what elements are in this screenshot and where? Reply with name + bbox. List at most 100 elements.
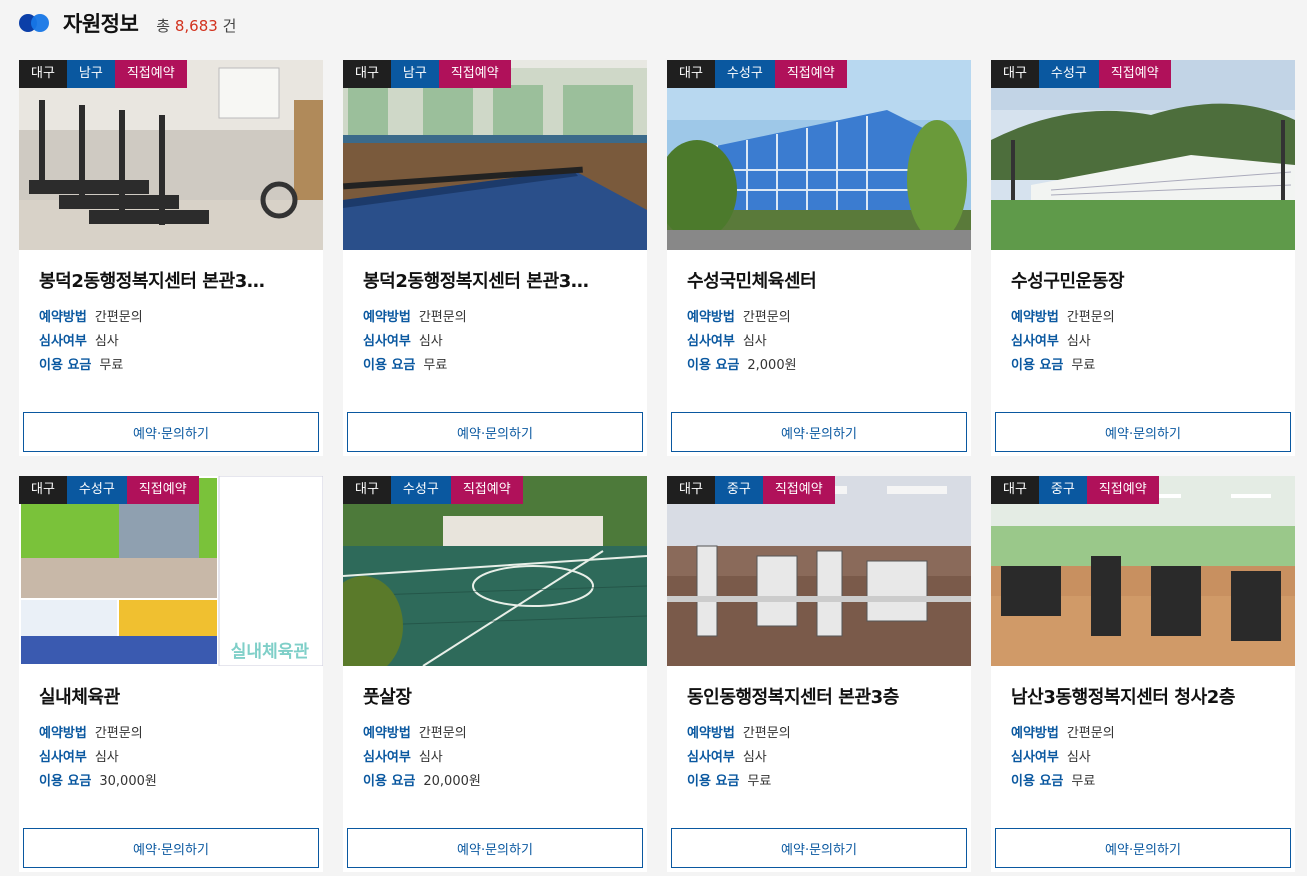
reserve-inquiry-button[interactable]: 예약·문의하기 bbox=[23, 828, 319, 868]
info-row-review: 심사여부 심사 bbox=[39, 746, 157, 770]
info-row-review: 심사여부 심사 bbox=[363, 330, 467, 354]
review-label: 심사여부 bbox=[363, 750, 411, 765]
info-row-method: 예약방법 간편문의 bbox=[687, 306, 797, 330]
review-value: 심사 bbox=[418, 334, 443, 349]
resource-name[interactable]: 봉덕2동행정복지센터 본관3… bbox=[363, 267, 627, 293]
tag-group: 대구 수성구 직접예약 bbox=[343, 476, 523, 504]
city-tag: 대구 bbox=[991, 60, 1039, 88]
direct-reserve-tag: 직접예약 bbox=[114, 60, 187, 88]
city-tag: 대구 bbox=[19, 60, 67, 88]
info-row-review: 심사여부 심사 bbox=[363, 746, 481, 770]
review-label: 심사여부 bbox=[39, 334, 87, 349]
city-tag: 대구 bbox=[343, 476, 391, 504]
resource-grid: 대구 남구 직접예약 봉덕2동행정복지센터 본관3… 예약방법 간편문의 심사여… bbox=[19, 60, 1295, 872]
info-row-review: 심사여부 심사 bbox=[687, 746, 791, 770]
review-label: 심사여부 bbox=[363, 334, 411, 349]
district-tag: 남구 bbox=[390, 60, 439, 88]
info-row-review: 심사여부 심사 bbox=[1011, 330, 1115, 354]
method-label: 예약방법 bbox=[363, 310, 411, 325]
review-value: 심사 bbox=[1066, 750, 1091, 765]
reserve-inquiry-button[interactable]: 예약·문의하기 bbox=[995, 412, 1291, 452]
district-tag: 남구 bbox=[66, 60, 115, 88]
reserve-inquiry-button[interactable]: 예약·문의하기 bbox=[671, 412, 967, 452]
tag-group: 대구 수성구 직접예약 bbox=[19, 476, 199, 504]
page-title: 자원정보 bbox=[63, 12, 139, 36]
resource-thumbnail[interactable]: 대구 수성구 직접예약 bbox=[991, 60, 1295, 250]
review-value: 심사 bbox=[94, 334, 119, 349]
resource-name[interactable]: 풋살장 bbox=[363, 683, 627, 709]
fee-value: 무료 bbox=[747, 774, 772, 789]
resource-name[interactable]: 남산3동행정복지센터 청사2층 bbox=[1011, 683, 1275, 709]
resource-info: 예약방법 간편문의 심사여부 심사 이용 요금 무료 bbox=[363, 306, 467, 378]
fee-value: 30,000원 bbox=[99, 774, 157, 789]
resource-name[interactable]: 수성국민체육센터 bbox=[687, 267, 951, 293]
method-value: 간편문의 bbox=[94, 726, 143, 741]
tag-group: 대구 수성구 직접예약 bbox=[991, 60, 1171, 88]
review-label: 심사여부 bbox=[1011, 750, 1059, 765]
info-row-review: 심사여부 심사 bbox=[687, 330, 797, 354]
district-tag: 중구 bbox=[714, 476, 763, 504]
table-tennis-room-image bbox=[343, 60, 647, 250]
city-tag: 대구 bbox=[667, 476, 715, 504]
tag-group: 대구 중구 직접예약 bbox=[991, 476, 1159, 504]
fee-label: 이용 요금 bbox=[39, 358, 92, 373]
direct-reserve-tag: 직접예약 bbox=[450, 476, 523, 504]
resource-thumbnail[interactable]: 대구 중구 직접예약 bbox=[991, 476, 1295, 666]
method-label: 예약방법 bbox=[1011, 726, 1059, 741]
resource-thumbnail[interactable]: 대구 수성구 직접예약 bbox=[343, 476, 647, 666]
resource-name[interactable]: 봉덕2동행정복지센터 본관3… bbox=[39, 267, 303, 293]
resource-name[interactable]: 수성구민운동장 bbox=[1011, 267, 1275, 293]
reserve-inquiry-button[interactable]: 예약·문의하기 bbox=[671, 828, 967, 868]
resource-card[interactable]: 대구 중구 직접예약 동인동행정복지센터 본관3층 예약방법 간편문의 심사여부… bbox=[667, 476, 971, 872]
method-value: 간편문의 bbox=[1066, 310, 1115, 325]
resource-name[interactable]: 실내체육관 bbox=[39, 683, 303, 709]
resource-card[interactable]: 대구 남구 직접예약 봉덕2동행정복지센터 본관3… 예약방법 간편문의 심사여… bbox=[19, 60, 323, 456]
resource-name[interactable]: 동인동행정복지센터 본관3층 bbox=[687, 683, 951, 709]
method-label: 예약방법 bbox=[687, 726, 735, 741]
method-value: 간편문의 bbox=[418, 310, 467, 325]
total-count: 총 8,683 건 bbox=[156, 15, 236, 36]
resource-thumbnail[interactable]: 대구 중구 직접예약 bbox=[667, 476, 971, 666]
district-tag: 수성구 bbox=[390, 476, 451, 504]
review-label: 심사여부 bbox=[1011, 334, 1059, 349]
resource-thumbnail[interactable]: 대구 남구 직접예약 bbox=[19, 60, 323, 250]
info-row-method: 예약방법 간편문의 bbox=[1011, 306, 1115, 330]
method-value: 간편문의 bbox=[94, 310, 143, 325]
district-tag: 수성구 bbox=[714, 60, 775, 88]
method-label: 예약방법 bbox=[687, 310, 735, 325]
method-label: 예약방법 bbox=[39, 310, 87, 325]
resource-thumbnail[interactable]: 대구 수성구 직접예약 실내체육관 bbox=[19, 476, 323, 666]
method-value: 간편문의 bbox=[742, 726, 791, 741]
resource-card[interactable]: 대구 남구 직접예약 봉덕2동행정복지센터 본관3… 예약방법 간편문의 심사여… bbox=[343, 60, 647, 456]
resource-info: 예약방법 간편문의 심사여부 심사 이용 요금 2,000원 bbox=[687, 306, 797, 378]
fee-value: 무료 bbox=[423, 358, 448, 373]
city-tag: 대구 bbox=[667, 60, 715, 88]
resource-info: 예약방법 간편문의 심사여부 심사 이용 요금 20,000원 bbox=[363, 722, 481, 794]
reserve-inquiry-button[interactable]: 예약·문의하기 bbox=[347, 828, 643, 868]
resource-card[interactable]: 대구 중구 직접예약 남산3동행정복지센터 청사2층 예약방법 간편문의 심사여… bbox=[991, 476, 1295, 872]
reserve-inquiry-button[interactable]: 예약·문의하기 bbox=[347, 412, 643, 452]
resource-thumbnail[interactable]: 대구 남구 직접예약 bbox=[343, 60, 647, 250]
resource-card[interactable]: 대구 수성구 직접예약 수성국민체육센터 예약방법 간편문의 심사여부 심사 이… bbox=[667, 60, 971, 456]
info-row-fee: 이용 요금 30,000원 bbox=[39, 770, 157, 794]
method-value: 간편문의 bbox=[1066, 726, 1115, 741]
total-suffix: 건 bbox=[222, 16, 237, 35]
total-prefix: 총 bbox=[156, 16, 171, 35]
review-label: 심사여부 bbox=[687, 750, 735, 765]
district-tag: 수성구 bbox=[66, 476, 127, 504]
resource-card[interactable]: 대구 수성구 직접예약 실내체육관 실내체육관 예약방법 간편문의 심사여부 심… bbox=[19, 476, 323, 872]
info-row-fee: 이용 요금 무료 bbox=[1011, 770, 1115, 794]
info-row-fee: 이용 요금 무료 bbox=[363, 354, 467, 378]
fee-value: 무료 bbox=[99, 358, 124, 373]
resource-info: 예약방법 간편문의 심사여부 심사 이용 요금 무료 bbox=[1011, 722, 1115, 794]
fee-label: 이용 요금 bbox=[1011, 774, 1064, 789]
resource-info: 예약방법 간편문의 심사여부 심사 이용 요금 무료 bbox=[1011, 306, 1115, 378]
reserve-inquiry-button[interactable]: 예약·문의하기 bbox=[995, 828, 1291, 868]
resource-thumbnail[interactable]: 대구 수성구 직접예약 bbox=[667, 60, 971, 250]
info-row-fee: 이용 요금 2,000원 bbox=[687, 354, 797, 378]
review-value: 심사 bbox=[1066, 334, 1091, 349]
resource-card[interactable]: 대구 수성구 직접예약 수성구민운동장 예약방법 간편문의 심사여부 심사 이용… bbox=[991, 60, 1295, 456]
reserve-inquiry-button[interactable]: 예약·문의하기 bbox=[23, 412, 319, 452]
resource-card[interactable]: 대구 수성구 직접예약 풋살장 예약방법 간편문의 심사여부 심사 이용 요금 … bbox=[343, 476, 647, 872]
gym-treadmills-image bbox=[19, 60, 323, 250]
